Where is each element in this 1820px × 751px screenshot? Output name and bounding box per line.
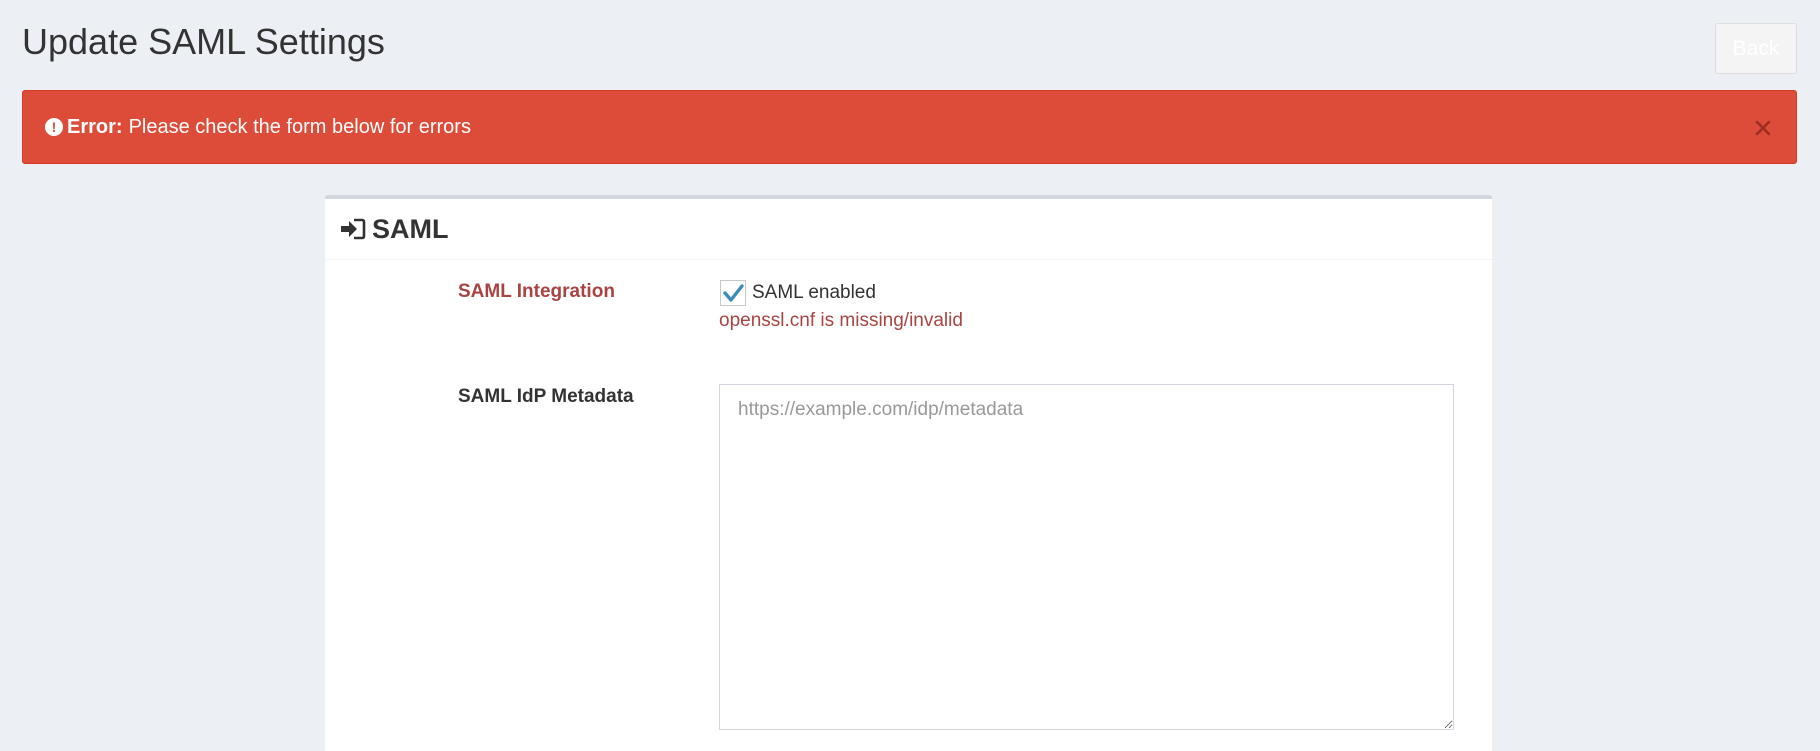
saml-idp-metadata-label: SAML IdP Metadata xyxy=(458,386,634,407)
sign-in-icon xyxy=(340,218,366,240)
saml-enabled-checkbox[interactable] xyxy=(720,280,746,306)
saml-enabled-label: SAML enabled xyxy=(752,282,876,303)
alert-strong-label: Error: xyxy=(67,115,123,138)
page-title: Update SAML Settings xyxy=(22,21,385,62)
saml-settings-panel: SAML SAML Integration SAML enabled opens… xyxy=(325,195,1492,751)
saml-integration-label: SAML Integration xyxy=(458,281,615,302)
saml-enabled-checkbox-wrapper[interactable]: SAML enabled xyxy=(720,280,876,306)
exclamation-circle-icon: ! xyxy=(45,118,63,136)
back-button[interactable]: Back xyxy=(1715,23,1797,74)
saml-integration-error: openssl.cnf is missing/invalid xyxy=(719,310,963,331)
saml-idp-metadata-textarea[interactable] xyxy=(719,384,1454,730)
checkmark-icon xyxy=(723,284,744,302)
page: Update SAML Settings Back ! Error: Pleas… xyxy=(0,0,1820,751)
error-alert: ! Error: Please check the form below for… xyxy=(22,90,1797,164)
panel-header: SAML xyxy=(325,199,1492,260)
close-icon[interactable] xyxy=(1752,117,1774,139)
panel-title: SAML xyxy=(372,213,449,244)
alert-message: Please check the form below for errors xyxy=(128,115,471,138)
